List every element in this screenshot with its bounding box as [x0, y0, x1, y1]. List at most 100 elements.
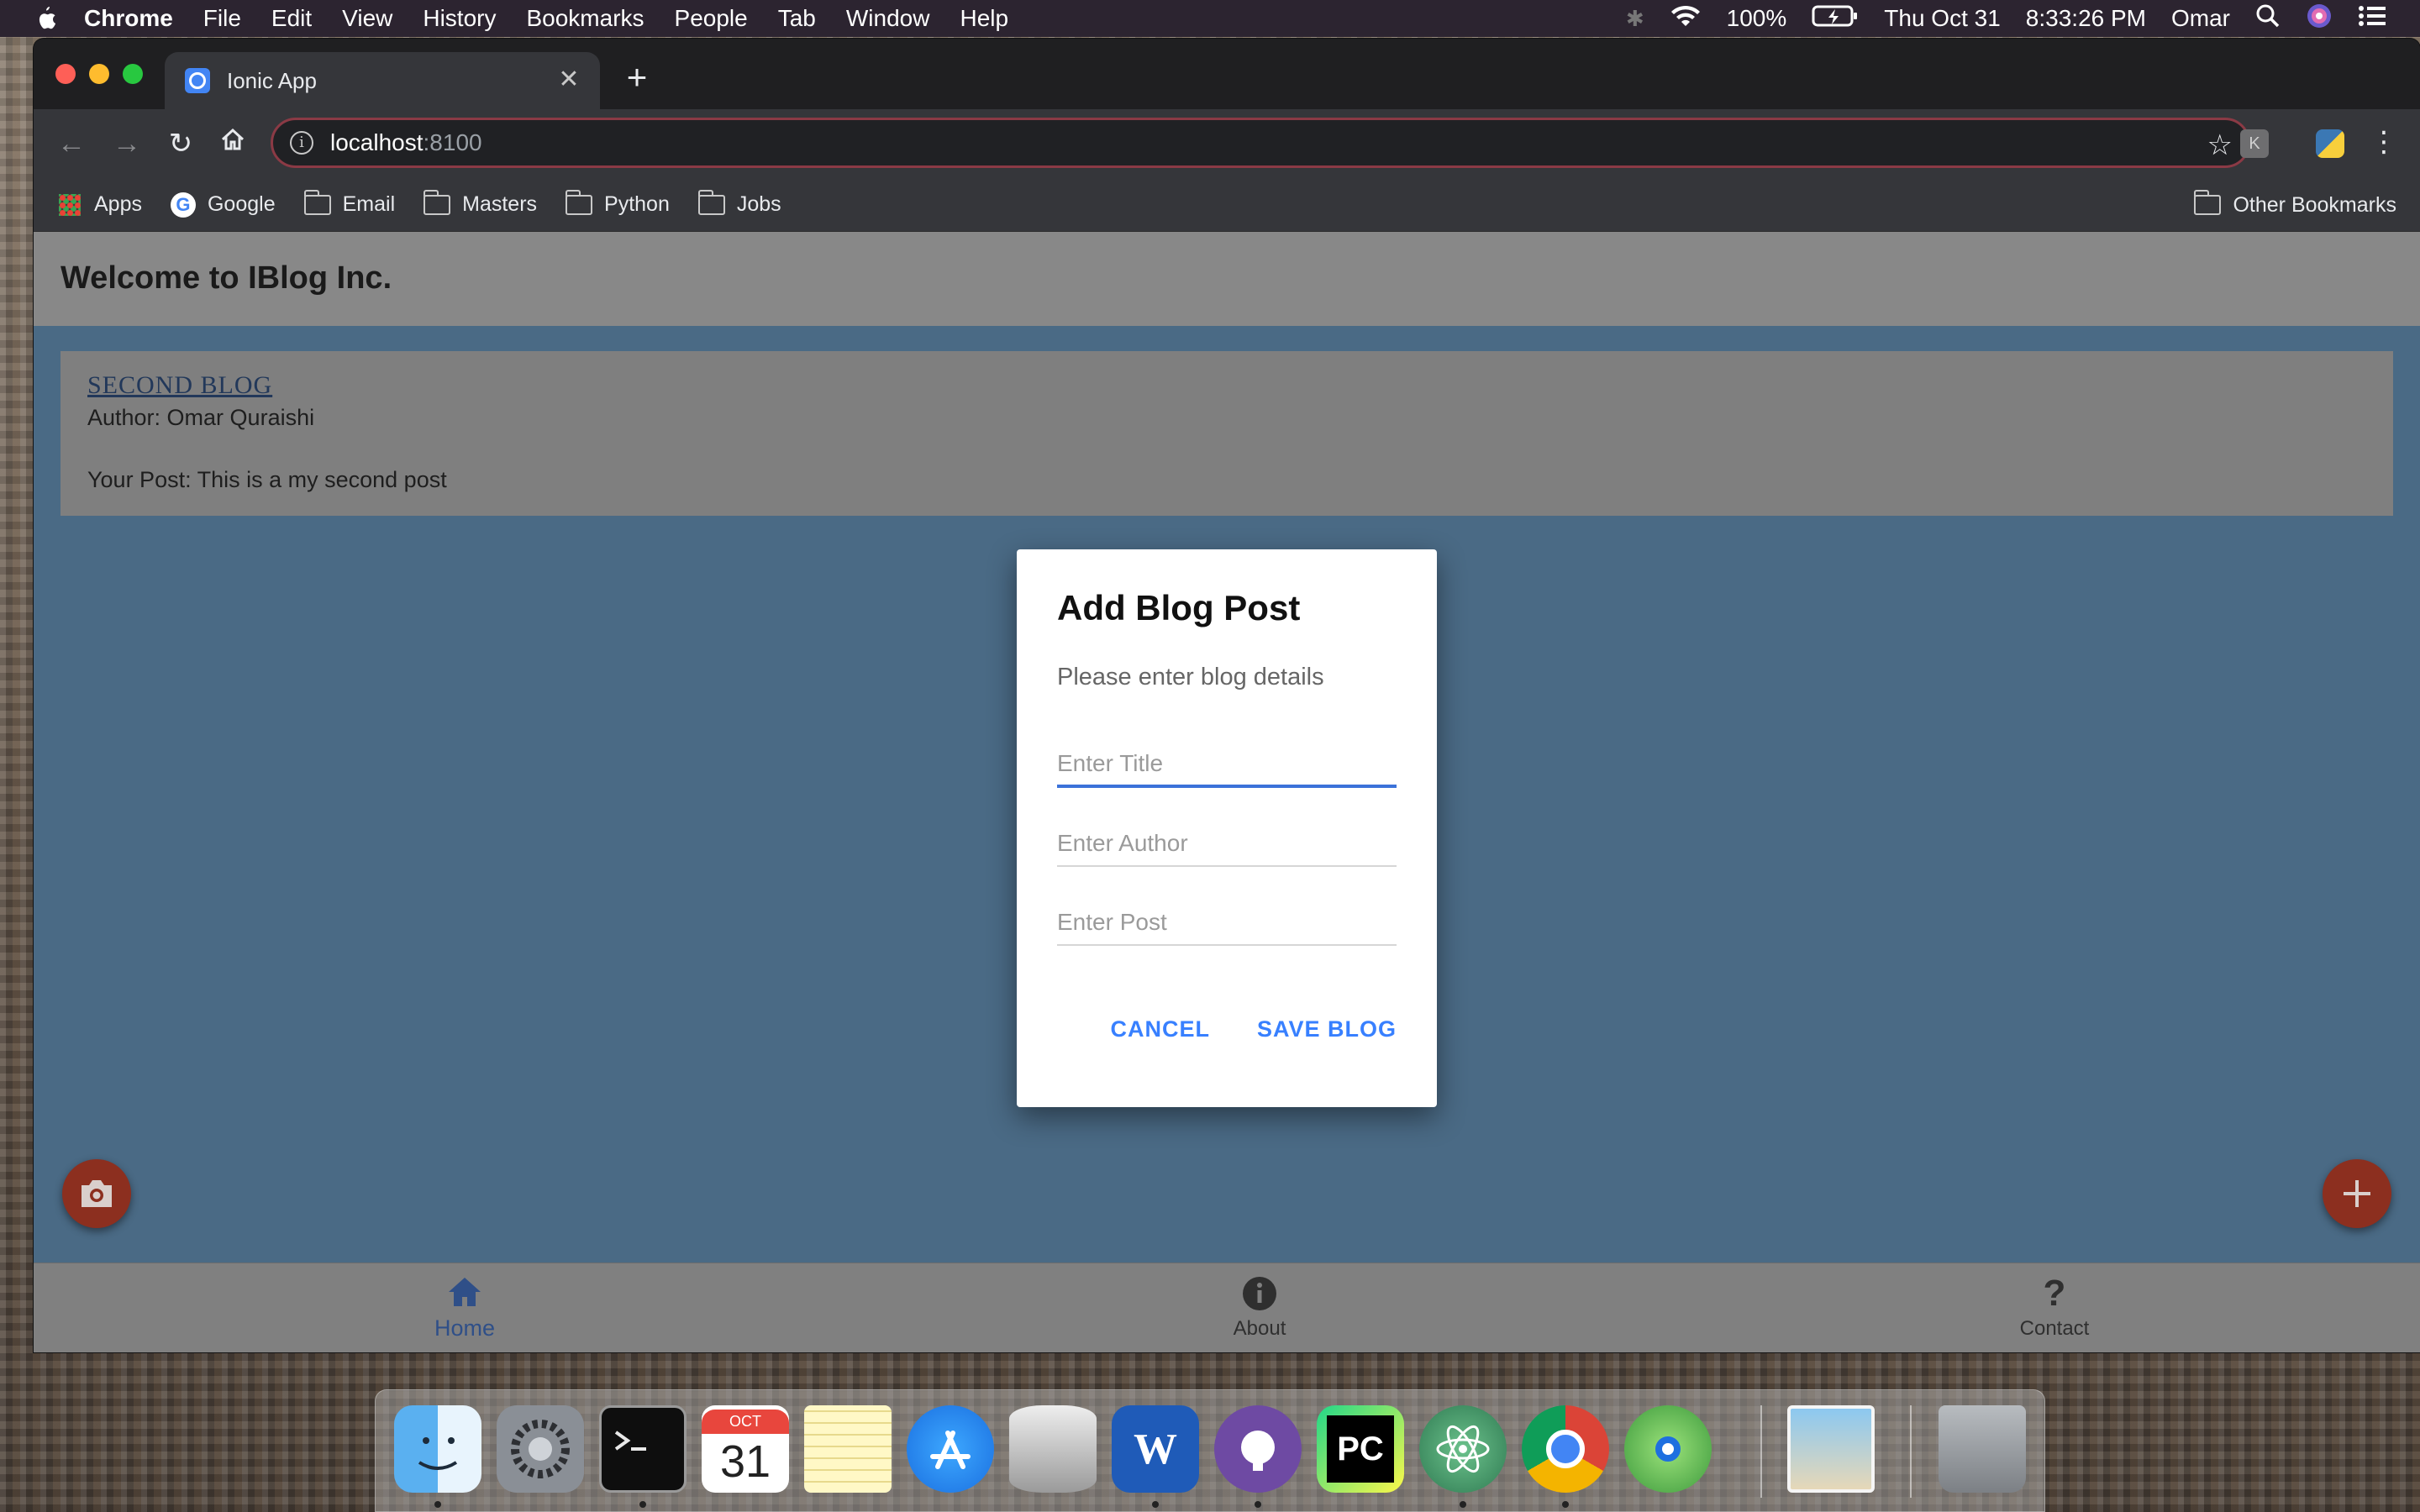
url-port: :8100: [423, 129, 482, 155]
dock-separator: [1760, 1405, 1762, 1498]
home-tab-icon: [447, 1275, 482, 1309]
calendar-month: OCT: [702, 1409, 789, 1434]
forward-arrow-icon[interactable]: →: [108, 124, 146, 163]
pycharm-label: PC: [1327, 1415, 1394, 1483]
back-arrow-icon[interactable]: ←: [52, 124, 91, 163]
menu-people[interactable]: People: [675, 5, 748, 32]
bookmark-google[interactable]: G Google: [170, 192, 276, 218]
user-name[interactable]: Omar: [2171, 5, 2230, 32]
bookmark-python[interactable]: Python: [566, 189, 670, 217]
info-icon: [1242, 1276, 1277, 1310]
tab-close-icon[interactable]: ✕: [555, 66, 583, 94]
window-zoom-button[interactable]: [123, 64, 143, 84]
finder-icon[interactable]: [394, 1405, 481, 1493]
menu-edit[interactable]: Edit: [271, 5, 312, 32]
site-info-icon[interactable]: i: [290, 131, 313, 155]
apps-grid-icon: [59, 193, 81, 216]
author-input[interactable]: [1057, 822, 1397, 865]
blog-post: Your Post: This is a my second post: [87, 467, 447, 492]
siri-icon[interactable]: [2306, 3, 2333, 35]
address-bar[interactable]: i localhost :8100 ☆: [271, 118, 2250, 168]
system-preferences-icon[interactable]: [497, 1405, 584, 1493]
tab-strip: Ionic App ✕ +: [34, 39, 2420, 109]
home-icon[interactable]: [213, 124, 252, 163]
bookmark-other[interactable]: Other Bookmarks: [2194, 190, 2396, 218]
bookmark-apps[interactable]: Apps: [59, 192, 142, 217]
calendar-icon[interactable]: OCT 31: [702, 1405, 789, 1493]
author-field[interactable]: [1057, 822, 1397, 867]
menu-tab[interactable]: Tab: [778, 5, 816, 32]
bookmark-email[interactable]: Email: [303, 189, 395, 217]
browser-tab-title: Ionic App: [227, 67, 317, 93]
menu-bookmarks[interactable]: Bookmarks: [526, 5, 644, 32]
apple-menu-icon[interactable]: [34, 4, 59, 33]
post-field[interactable]: [1057, 900, 1397, 946]
app-store-icon[interactable]: [907, 1405, 994, 1493]
menu-history[interactable]: History: [423, 5, 496, 32]
camera-fab-button[interactable]: [62, 1159, 131, 1228]
bookmark-masters[interactable]: Masters: [424, 189, 537, 217]
tab-home[interactable]: Home: [67, 1263, 862, 1352]
post-input[interactable]: [1057, 900, 1397, 944]
ionic-favicon-icon: [185, 68, 210, 93]
bookmark-jobs[interactable]: Jobs: [697, 189, 781, 217]
clock-time[interactable]: 8:33:26 PM: [2026, 5, 2146, 32]
add-post-fab-button[interactable]: [2323, 1159, 2391, 1228]
bookmarks-bar: Apps G Google Email Masters Python Jobs …: [34, 178, 2420, 232]
title-field[interactable]: [1057, 743, 1397, 788]
title-input[interactable]: [1057, 743, 1397, 785]
reload-icon[interactable]: ↻: [161, 124, 200, 163]
bookmark-star-icon[interactable]: ☆: [2207, 129, 2233, 162]
window-close-button[interactable]: [55, 64, 76, 84]
terminal-icon[interactable]: [599, 1405, 687, 1493]
menu-app-name[interactable]: Chrome: [84, 5, 173, 32]
wifi-icon[interactable]: [1670, 4, 1702, 34]
atom-icon[interactable]: [1419, 1405, 1507, 1493]
chrome-icon[interactable]: [1522, 1405, 1609, 1493]
browser-toolbar: ← → ↻ i localhost :8100 ☆ K ⋮: [34, 109, 2420, 178]
running-indicator: [1460, 1501, 1466, 1508]
running-indicator: [1562, 1501, 1569, 1508]
dock: OCT 31 W PC: [375, 1389, 2045, 1512]
menu-window[interactable]: Window: [846, 5, 930, 32]
window-minimize-button[interactable]: [89, 64, 109, 84]
battery-icon[interactable]: [1812, 4, 1859, 34]
google-icon: G: [170, 192, 196, 218]
dialog-subtitle: Please enter blog details: [1057, 664, 1324, 690]
question-mark-icon: ?: [2043, 1272, 2066, 1314]
save-blog-button[interactable]: SAVE BLOG: [1257, 1016, 1397, 1042]
tab-contact[interactable]: ? Contact: [1657, 1263, 2420, 1352]
bluetooth-icon[interactable]: ✱: [1626, 6, 1644, 32]
database-icon[interactable]: [1009, 1405, 1097, 1493]
notes-icon[interactable]: [804, 1405, 892, 1493]
github-desktop-icon[interactable]: [1214, 1405, 1302, 1493]
cancel-button[interactable]: CANCEL: [1110, 1016, 1210, 1042]
preview-icon[interactable]: [1787, 1405, 1875, 1493]
page-title: Welcome to IBlog Inc.: [60, 260, 392, 296]
bookmark-google-label: Google: [207, 192, 276, 216]
find-my-icon[interactable]: [1624, 1405, 1712, 1493]
blog-title-link[interactable]: SECOND BLOG: [87, 371, 272, 400]
app-tab-bar: Home About ? Contact: [34, 1263, 2420, 1352]
folder-icon: [566, 189, 593, 215]
blog-author: Author: Omar Quraishi: [87, 405, 315, 430]
spotlight-search-icon[interactable]: [2255, 3, 2281, 34]
chrome-menu-icon[interactable]: ⋮: [2370, 128, 2398, 158]
trash-icon[interactable]: [1939, 1405, 2026, 1493]
menu-view[interactable]: View: [342, 5, 392, 32]
browser-tab-ionic-app[interactable]: Ionic App ✕: [165, 52, 600, 109]
running-indicator: [1152, 1501, 1159, 1508]
new-tab-button[interactable]: +: [618, 59, 655, 96]
pycharm-icon[interactable]: PC: [1317, 1405, 1404, 1493]
blog-card: SECOND BLOG Author: Omar Quraishi Your P…: [60, 351, 2393, 516]
microsoft-word-icon[interactable]: W: [1112, 1405, 1199, 1493]
python-extension-icon[interactable]: [2316, 129, 2344, 158]
clock-date[interactable]: Thu Oct 31: [1884, 5, 2001, 32]
tab-about[interactable]: About: [862, 1263, 1657, 1352]
bookmark-jobs-label: Jobs: [736, 192, 781, 216]
bookmark-apps-label: Apps: [94, 192, 142, 216]
menu-help[interactable]: Help: [960, 5, 1008, 32]
menu-file[interactable]: File: [203, 5, 241, 32]
notification-center-icon[interactable]: [2358, 4, 2386, 34]
extension-k-icon[interactable]: K: [2240, 129, 2269, 158]
